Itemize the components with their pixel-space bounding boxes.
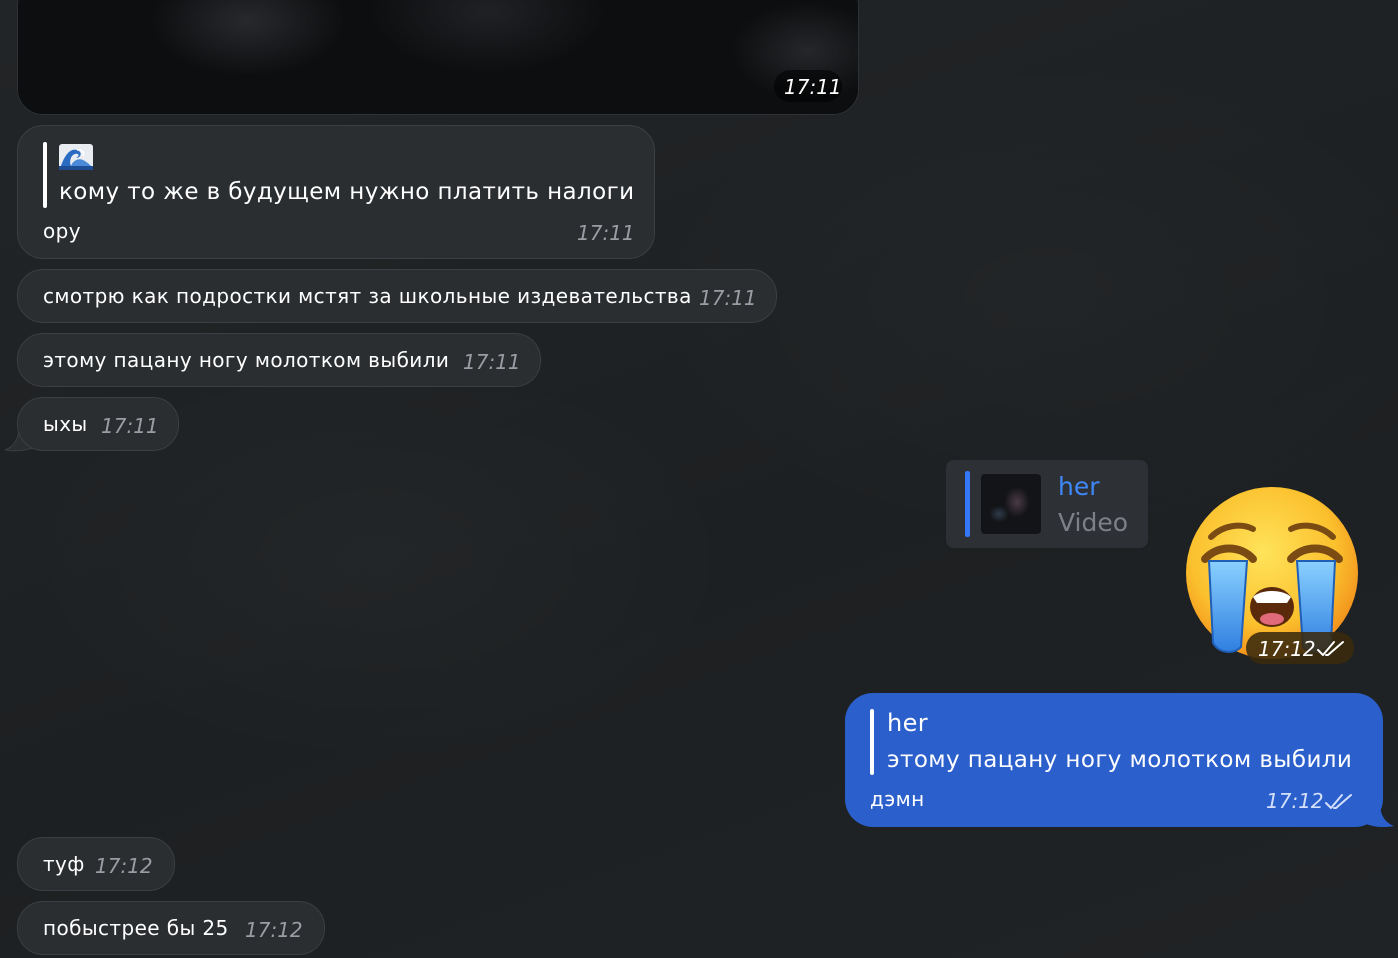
message-text: ору bbox=[43, 219, 81, 243]
message-text: ыхы bbox=[43, 412, 88, 436]
reply-bar bbox=[965, 471, 970, 537]
message-text: смотрю как подростки мстят за школьные и… bbox=[43, 284, 692, 308]
message-time: 17:12 bbox=[1266, 789, 1324, 813]
message-text: этому пацану ногу молотком выбили bbox=[43, 348, 450, 372]
message-text: побыстрее бы 25 bbox=[43, 916, 229, 940]
message-bubble-incoming[interactable]: туф 17:12 bbox=[17, 837, 175, 891]
reply-text: этому пацану ногу молотком выбили bbox=[887, 747, 1353, 773]
message-bubble-incoming[interactable]: этому пацану ногу молотком выбили 17:11 bbox=[17, 333, 541, 387]
read-double-check-icon bbox=[1325, 794, 1352, 809]
message-bubble-incoming[interactable]: смотрю как подростки мстят за школьные и… bbox=[17, 269, 777, 323]
quote-bar bbox=[870, 709, 874, 775]
sticker-time-badge: 17:12 bbox=[1246, 632, 1354, 664]
reply-name: her bbox=[1058, 472, 1100, 501]
message-time: 17:12 bbox=[245, 918, 303, 942]
sticker-reply-preview[interactable]: her Video bbox=[946, 460, 1148, 548]
reply-name: her bbox=[887, 709, 929, 737]
message-time: 17:11 bbox=[699, 286, 757, 310]
message-bubble-incoming[interactable]: побыстрее бы 25 17:12 bbox=[17, 901, 325, 955]
message-time: 17:11 bbox=[577, 221, 635, 245]
video-time: 17:11 bbox=[784, 75, 842, 99]
wave-emoji-icon bbox=[59, 144, 93, 170]
reply-video-thumbnail bbox=[981, 474, 1041, 534]
message-text: туф bbox=[43, 852, 85, 876]
video-time-badge: 17:11 bbox=[774, 70, 842, 102]
message-bubble-incoming[interactable]: ыхы 17:11 bbox=[17, 397, 179, 451]
message-bubble-outgoing[interactable]: her этому пацану ногу молотком выбили дэ… bbox=[845, 693, 1383, 827]
message-text: дэмн bbox=[870, 787, 925, 811]
sticker-time: 17:12 bbox=[1258, 637, 1316, 661]
message-bubble-incoming[interactable]: кому то же в будущем нужно платить налог… bbox=[17, 125, 655, 259]
video-message[interactable]: 17:11 bbox=[17, 0, 859, 115]
read-double-check-icon bbox=[1317, 641, 1344, 656]
message-time: 17:11 bbox=[463, 350, 521, 374]
message-time: 17:12 bbox=[95, 854, 153, 878]
reply-media-label: Video bbox=[1058, 508, 1129, 537]
quote-text: кому то же в будущем нужно платить налог… bbox=[59, 179, 635, 205]
quote-bar bbox=[43, 142, 47, 208]
message-time: 17:11 bbox=[101, 414, 159, 438]
video-thumbnail bbox=[18, 0, 858, 114]
